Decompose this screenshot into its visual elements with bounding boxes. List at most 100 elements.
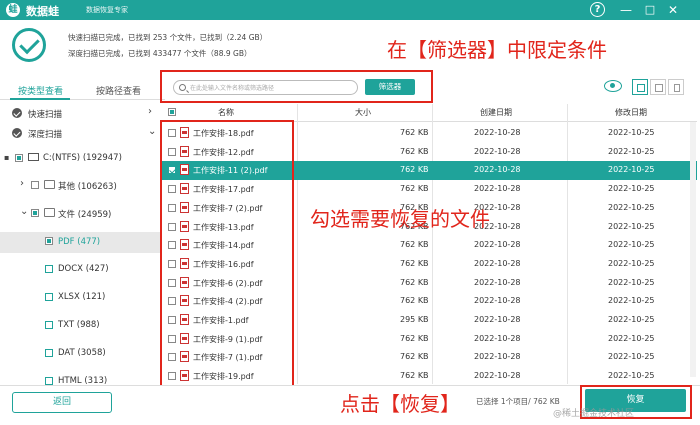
docx-checkbox[interactable] [45, 265, 53, 273]
view-tabs: 按类型查看 按路径查看 [0, 80, 165, 100]
file-modified: 2022-10-25 [608, 277, 655, 287]
file-size: 762 KB [400, 352, 429, 362]
file-created: 2022-10-28 [474, 371, 521, 381]
file-modified: 2022-10-25 [608, 371, 655, 381]
other-checkbox[interactable] [31, 181, 39, 189]
app-name: 数据蛙 [26, 5, 59, 18]
maximize-button[interactable]: □ [642, 2, 658, 18]
file-modified: 2022-10-25 [608, 333, 655, 343]
html-checkbox[interactable] [45, 377, 53, 385]
sidebar-item-txt[interactable]: TXT (988) [0, 316, 160, 336]
tab-by-path[interactable]: 按路径查看 [96, 84, 141, 97]
watermark: @稀土掘金技术社区 [553, 409, 635, 419]
file-created: 2022-10-28 [474, 240, 521, 250]
app-logo-icon: 蛙 [6, 3, 20, 17]
list-view-button[interactable] [650, 79, 666, 95]
vertical-scrollbar[interactable] [690, 122, 696, 377]
xlsx-checkbox[interactable] [45, 293, 53, 301]
sidebar-item-docs[interactable]: ⌄ 文件 (24959) [0, 204, 160, 224]
file-created: 2022-10-28 [474, 165, 521, 175]
file-created: 2022-10-28 [474, 296, 521, 306]
file-modified: 2022-10-25 [608, 128, 655, 137]
expand-arrow-icon: ▪ [4, 153, 10, 162]
annotation-click: 点击【恢复】 [340, 392, 460, 416]
drive-checkbox[interactable] [15, 154, 23, 162]
annotation-box-files [160, 120, 294, 388]
file-size: 762 KB [400, 146, 429, 156]
dat-checkbox[interactable] [45, 349, 53, 357]
detail-view-button[interactable] [668, 79, 684, 95]
select-all-checkbox[interactable] [168, 108, 176, 116]
sidebar-item-dat[interactable]: DAT (3058) [0, 344, 160, 364]
app-subtitle: 数据恢复专家 [86, 6, 128, 14]
file-modified: 2022-10-25 [608, 258, 655, 268]
file-created: 2022-10-28 [474, 277, 521, 287]
column-size[interactable]: 大小 [355, 107, 371, 118]
column-modified[interactable]: 修改日期 [615, 107, 647, 118]
sidebar-item-drive[interactable]: ▪ C:(NTFS) (192947) [0, 149, 160, 169]
file-created: 2022-10-28 [474, 128, 521, 137]
file-size: 762 KB [400, 296, 429, 306]
file-created: 2022-10-28 [474, 184, 521, 194]
annotation-select: 勾选需要恢复的文件 [310, 207, 490, 231]
grid-icon [637, 84, 645, 92]
file-created: 2022-10-28 [474, 146, 521, 156]
check-circle-icon [12, 128, 22, 138]
tab-by-type[interactable]: 按类型查看 [18, 84, 63, 97]
folder-icon [44, 180, 55, 189]
file-created: 2022-10-28 [474, 352, 521, 362]
sidebar-item-xlsx[interactable]: XLSX (121) [0, 288, 160, 308]
folder-icon [44, 208, 55, 217]
chevron-down-icon: ⌄ [20, 206, 29, 217]
file-created: 2022-10-28 [474, 258, 521, 268]
file-modified: 2022-10-25 [608, 146, 655, 156]
scan-complete-check-icon [12, 28, 46, 62]
txt-checkbox[interactable] [45, 321, 53, 329]
file-size: 762 KB [400, 258, 429, 268]
column-created[interactable]: 创建日期 [480, 107, 512, 118]
sidebar: 快速扫描 › 深度扫描 ⌄ ▪ C:(NTFS) (192947) › 其他 (… [0, 102, 160, 385]
file-size: 762 KB [400, 128, 429, 137]
file-modified: 2022-10-25 [608, 315, 655, 324]
pdf-checkbox[interactable] [45, 237, 53, 245]
back-button[interactable]: 返回 [12, 392, 112, 413]
file-modified: 2022-10-25 [608, 165, 655, 175]
file-size: 762 KB [400, 240, 429, 250]
file-modified: 2022-10-25 [608, 296, 655, 306]
docs-checkbox[interactable] [31, 209, 39, 217]
sidebar-item-docx[interactable]: DOCX (427) [0, 260, 160, 280]
deep-scan-status: 深度扫描已完成，已找到 433477 个文件（88.9 GB） [68, 49, 252, 58]
help-icon[interactable]: ? [590, 2, 605, 17]
sidebar-item-deep-scan[interactable]: 深度扫描 ⌄ [0, 124, 160, 144]
annotation-filter: 在【筛选器】中限定条件 [387, 38, 607, 62]
quick-scan-status: 快速扫描已完成，已找到 253 个文件，已找到（2.24 GB） [68, 33, 268, 42]
selection-info: 已选择 1个项目/ 762 KB [476, 397, 560, 406]
sidebar-item-pdf[interactable]: PDF (477) [0, 232, 160, 253]
file-created: 2022-10-28 [474, 333, 521, 343]
file-modified: 2022-10-25 [608, 352, 655, 362]
list-icon [655, 84, 663, 92]
file-size: 762 KB [400, 371, 429, 381]
column-name[interactable]: 名称 [218, 107, 234, 118]
sidebar-item-other[interactable]: › 其他 (106263) [0, 176, 160, 196]
file-modified: 2022-10-25 [608, 202, 655, 212]
sidebar-item-quick-scan[interactable]: 快速扫描 › [0, 104, 160, 124]
chevron-right-icon: › [148, 106, 152, 117]
close-button[interactable]: ✕ [665, 2, 681, 18]
minimize-button[interactable]: — [618, 2, 634, 18]
file-size: 762 KB [400, 165, 429, 175]
file-size: 762 KB [400, 333, 429, 343]
computer-icon [28, 153, 39, 161]
file-modified: 2022-10-25 [608, 184, 655, 194]
preview-eye-icon[interactable] [604, 80, 622, 92]
file-modified: 2022-10-25 [608, 221, 655, 231]
file-size: 295 KB [400, 315, 429, 324]
detail-icon [674, 84, 680, 92]
file-size: 762 KB [400, 184, 429, 194]
file-size: 762 KB [400, 277, 429, 287]
file-modified: 2022-10-25 [608, 240, 655, 250]
grid-view-button[interactable] [632, 79, 648, 95]
sidebar-item-html[interactable]: HTML (313) [0, 372, 160, 385]
file-created: 2022-10-28 [474, 315, 521, 324]
active-tab-indicator [10, 98, 70, 100]
